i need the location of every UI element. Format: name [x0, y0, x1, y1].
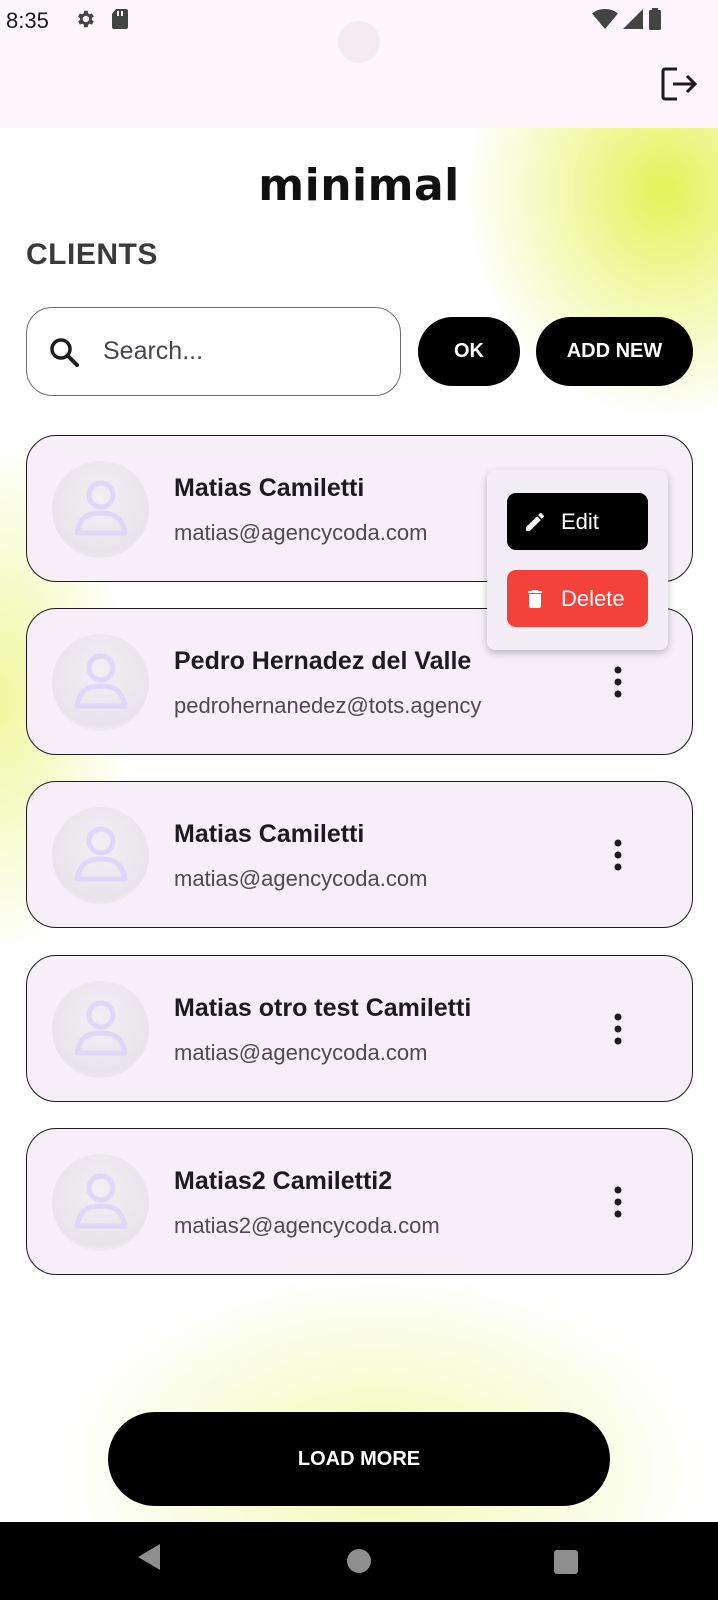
sd-card-icon — [112, 9, 128, 29]
avatar — [52, 461, 149, 558]
clients-screen: 8:35 minimal CLIENTS OK ADD NEW Matias C — [0, 0, 718, 1600]
client-name: Matias Camiletti — [174, 820, 365, 848]
wifi-icon — [592, 9, 618, 29]
person-icon — [74, 480, 128, 536]
recents-icon[interactable] — [554, 1550, 578, 1574]
client-name: Matias otro test Camiletti — [174, 994, 472, 1022]
battery-icon — [649, 8, 661, 30]
avatar — [52, 1154, 149, 1251]
pencil-icon — [526, 512, 544, 531]
client-card[interactable]: Matias2 Camiletti2 matias2@agencycoda.co… — [26, 1128, 693, 1275]
client-name: Matias Camiletti — [174, 474, 365, 502]
status-time: 8:35 — [6, 8, 49, 33]
status-icons-right — [592, 8, 662, 30]
load-more-button[interactable]: LOAD MORE — [108, 1412, 610, 1506]
delete-menu-item[interactable]: Delete — [507, 570, 648, 627]
ok-button[interactable]: OK — [418, 317, 520, 386]
camera-cutout — [338, 21, 380, 63]
client-context-menu: Edit Delete — [487, 470, 668, 650]
back-icon[interactable] — [136, 1542, 162, 1572]
app-bar: 8:35 — [0, 0, 718, 128]
signal-icon — [623, 9, 643, 29]
client-name: Matias2 Camiletti2 — [174, 1167, 393, 1195]
edit-label: Edit — [561, 508, 599, 534]
system-nav-bar — [0, 1522, 718, 1600]
person-icon — [74, 653, 128, 709]
client-email: matias@agencycoda.com — [174, 1040, 428, 1065]
client-email: matias@agencycoda.com — [174, 520, 428, 545]
search-input[interactable] — [103, 337, 373, 366]
brand-logo: minimal — [258, 160, 460, 211]
client-name: Pedro Hernadez del Valle — [174, 647, 472, 675]
status-icons-left — [74, 8, 130, 30]
search-field[interactable] — [26, 307, 401, 396]
person-icon — [74, 826, 128, 882]
client-email: matias2@agencycoda.com — [174, 1213, 440, 1238]
page-title: CLIENTS — [26, 238, 158, 271]
gear-icon — [78, 10, 94, 28]
client-card[interactable]: Matias otro test Camiletti matias@agency… — [26, 955, 693, 1102]
more-vert-icon[interactable] — [601, 1011, 635, 1047]
avatar — [52, 634, 149, 731]
edit-menu-item[interactable]: Edit — [507, 493, 648, 550]
delete-label: Delete — [561, 585, 625, 611]
client-email: pedrohernanedez@tots.agency — [174, 693, 482, 718]
person-icon — [74, 1000, 128, 1056]
add-new-button[interactable]: ADD NEW — [536, 317, 693, 386]
more-vert-icon[interactable] — [601, 837, 635, 873]
avatar — [52, 807, 149, 904]
logout-icon[interactable] — [660, 66, 698, 102]
more-vert-icon[interactable] — [601, 664, 635, 700]
client-card[interactable]: Matias Camiletti matias@agencycoda.com — [26, 781, 693, 928]
person-icon — [74, 1173, 128, 1229]
more-vert-icon[interactable] — [601, 1184, 635, 1220]
trash-icon — [528, 589, 542, 608]
home-icon[interactable] — [347, 1549, 371, 1573]
client-email: matias@agencycoda.com — [174, 866, 428, 891]
avatar — [52, 981, 149, 1078]
search-icon — [50, 337, 79, 367]
